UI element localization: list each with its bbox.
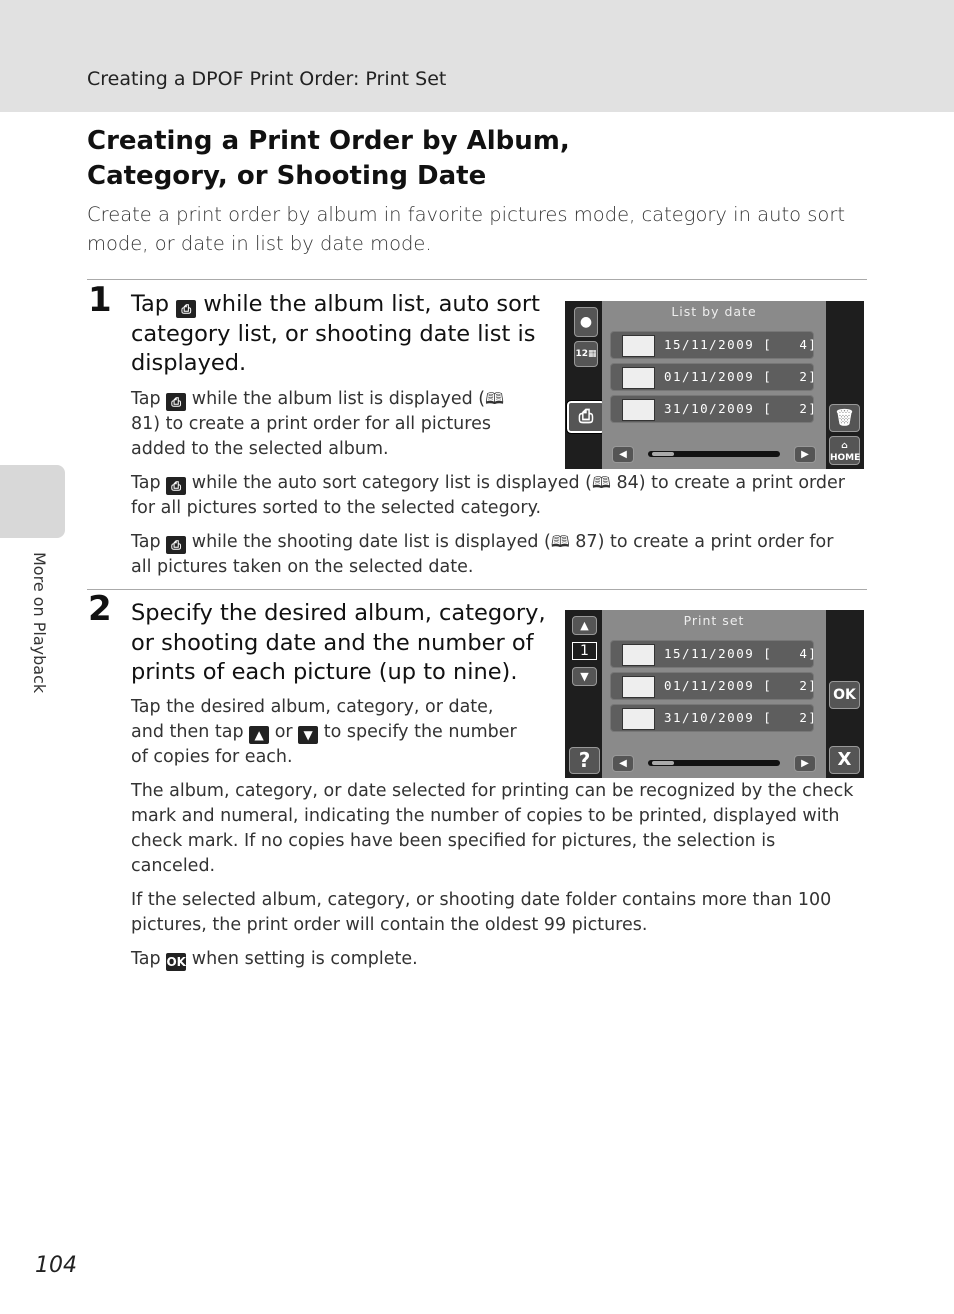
close-button[interactable]: X (829, 746, 860, 774)
help-button[interactable]: ? (569, 747, 600, 774)
screen-area: List by date 15/11/2009 [ 4] 01/11/2009 … (602, 301, 826, 469)
camera-screen-list-by-date: ● 12▦ ⎙ List by date 15/11/2009 [ 4] 01/… (565, 301, 864, 469)
thumbnail (622, 367, 655, 389)
section-title: Creating a DPOF Print Order: Print Set (87, 68, 447, 90)
home-button[interactable]: ⌂ HOME (829, 436, 860, 465)
list-item[interactable]: 31/10/2009 [ 2] (610, 395, 818, 423)
step-title: Specify the desired album, category, or … (131, 600, 546, 685)
paragraph: If the selected album, category, or shoo… (131, 890, 832, 935)
step-number: 1 (88, 280, 112, 320)
list-item[interactable]: 31/10/2009 [ 2] (610, 704, 818, 732)
book-reference-icon: 🕮 (485, 389, 504, 408)
row-label: 15/11/2009 [ 4] (664, 337, 818, 352)
row-label: 31/10/2009 [ 2] (664, 401, 818, 416)
row-label: 01/11/2009 [ 2] (664, 678, 818, 693)
thumbnail (622, 644, 655, 666)
text: while the shooting date list is displaye… (186, 532, 551, 552)
print-icon: ⎙ (166, 536, 187, 554)
list-item[interactable]: 15/11/2009 [ 4] (610, 640, 818, 668)
text: while the album list is displayed ( (186, 389, 486, 409)
paragraph: Tap ⎙ while the shooting date list is di… (131, 529, 851, 580)
side-tab (0, 465, 65, 538)
text: Tap (131, 389, 167, 409)
screen-area: Print set 15/11/2009 [ 4] 01/11/2009 [ 2… (602, 610, 826, 778)
right-arrow-button[interactable]: ▶ (794, 755, 816, 772)
text: or (269, 722, 299, 742)
down-button[interactable]: ▼ (572, 667, 597, 686)
camera-screen-print-set: ▲ 1 ▼ ? Print set 15/11/2009 [ 4] 01/11/… (565, 610, 864, 778)
list-item[interactable]: 15/11/2009 [ 4] (610, 331, 818, 359)
step-title: Tap ⎙ while the album list, auto sort ca… (131, 290, 541, 379)
text: Tap (131, 949, 167, 969)
thumbnail (622, 676, 655, 698)
copy-count: 1 (572, 642, 597, 660)
text: 81) to create a print order for all pict… (131, 414, 491, 459)
scrollbar[interactable] (648, 451, 780, 457)
scrollbar[interactable] (648, 760, 780, 766)
book-reference-icon: 🕮 (592, 473, 611, 492)
text: Tap (131, 473, 167, 493)
text: while the auto sort category list is dis… (186, 473, 593, 493)
divider (87, 589, 867, 590)
screen-title: List by date (671, 304, 757, 319)
page-number: 104 (35, 1253, 77, 1278)
up-arrow-icon: ▲ (249, 726, 270, 744)
paragraph: Tap ⎙ while the auto sort category list … (131, 470, 866, 521)
row-label: 31/10/2009 [ 2] (664, 710, 818, 725)
screen-title: Print set (683, 613, 745, 628)
left-arrow-button[interactable]: ◀ (612, 446, 634, 463)
thumbnail (622, 335, 655, 357)
running-header: Creating a DPOF Print Order: Print Set (0, 0, 954, 112)
paragraph: Tap ⎙ while the album list is displayed … (131, 386, 536, 462)
up-button[interactable]: ▲ (572, 616, 597, 635)
home-label: HOME (830, 453, 861, 463)
calendar-icon: 12▦ (574, 341, 598, 367)
print-button[interactable]: ⎙ (566, 400, 606, 434)
text: Tap (131, 291, 177, 317)
ok-button[interactable]: OK (829, 681, 860, 709)
thumbnail (622, 399, 655, 421)
page-title: Creating a Print Order by Album, Categor… (87, 126, 570, 191)
paragraph: The album, category, or date selected fo… (131, 781, 854, 876)
print-icon: ⎙ (166, 393, 187, 411)
paragraph: Tap the desired album, category, or date… (131, 695, 526, 770)
intro-text: Create a print order by album in favorit… (87, 203, 845, 255)
print-icon: ⎙ (176, 300, 197, 318)
row-label: 01/11/2009 [ 2] (664, 369, 818, 384)
side-tab-label: More on Playback (30, 552, 49, 694)
text: Tap (131, 532, 167, 552)
list-item[interactable]: 01/11/2009 [ 2] (610, 363, 818, 391)
right-arrow-button[interactable]: ▶ (794, 446, 816, 463)
trash-button[interactable]: 🗑 (829, 404, 860, 432)
thumbnail (622, 708, 655, 730)
print-icon: ⎙ (166, 477, 187, 495)
camera-icon: ● (574, 307, 598, 337)
row-label: 15/11/2009 [ 4] (664, 646, 818, 661)
paragraph: Tap OK when setting is complete. (131, 947, 831, 972)
text: when setting is complete. (186, 949, 418, 969)
book-reference-icon: 🕮 (550, 532, 570, 551)
divider (87, 279, 867, 280)
ok-icon: OK (166, 953, 187, 971)
step-number: 2 (88, 589, 112, 629)
left-arrow-button[interactable]: ◀ (612, 755, 634, 772)
list-item[interactable]: 01/11/2009 [ 2] (610, 672, 818, 700)
down-arrow-icon: ▼ (298, 726, 319, 744)
